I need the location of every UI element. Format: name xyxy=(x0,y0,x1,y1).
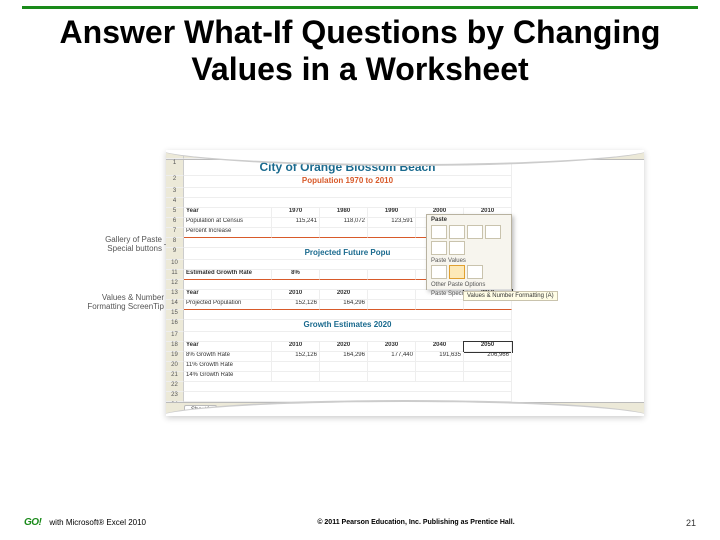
page-number: 21 xyxy=(686,518,696,528)
callout-paste-gallery: Gallery of Paste Special buttons xyxy=(84,236,162,254)
footer-product: with Microsoft® Excel 2010 xyxy=(49,518,146,527)
paste-other-label: Other Paste Options xyxy=(427,281,511,289)
paste-options-gallery[interactable]: Paste Paste Values Other Paste Options P… xyxy=(426,214,512,290)
go-logo: GO! xyxy=(24,517,41,528)
paste-option-icon[interactable] xyxy=(449,241,465,255)
paste-option-icon[interactable] xyxy=(449,225,465,239)
paste-option-icon[interactable] xyxy=(485,225,501,239)
paste-option-icon[interactable] xyxy=(431,241,447,255)
paste-values-icon[interactable] xyxy=(467,265,483,279)
paste-values-icon[interactable] xyxy=(431,265,447,279)
row-year-historical: 5 Year 1970 1980 1990 2000 2010 xyxy=(166,208,644,218)
row-14pct: 21 14% Growth Rate xyxy=(166,372,644,382)
footer-copyright: © 2011 Pearson Education, Inc. Publishin… xyxy=(146,519,686,526)
callout-screentip: Values & Number Formatting ScreenTip xyxy=(68,294,164,312)
slide-footer: GO! with Microsoft® Excel 2010 © 2011 Pe… xyxy=(0,517,720,528)
workbook-subtitle: Population 1970 to 2010 xyxy=(184,176,512,188)
paste-values-label: Paste Values xyxy=(427,257,511,265)
paste-header: Paste xyxy=(427,215,511,225)
row-growth-rate: 11 Estimated Growth Rate 8% xyxy=(166,270,644,280)
row-11pct: 20 11% Growth Rate xyxy=(166,362,644,372)
section-growth: Growth Estimates 2020 xyxy=(184,320,512,332)
paste-option-icon[interactable] xyxy=(431,225,447,239)
row-8pct: 19 8% Growth Rate 152,126 164,296 177,44… xyxy=(166,352,644,362)
row-percent-increase: 7 Percent Increase 14% xyxy=(166,228,644,238)
excel-screenshot: A B C D E F 1 City of Orange Blossom Bea… xyxy=(166,150,644,416)
slide-title: Answer What-If Questions by Changing Val… xyxy=(0,0,720,90)
row-year-projected: 13 Year 2010 2020 2050 xyxy=(166,290,644,300)
row-year-estimates: 18 Year 2010 2020 2030 2040 2050 xyxy=(166,342,644,352)
paste-values-number-formatting-icon[interactable] xyxy=(449,265,465,279)
paste-option-icon[interactable] xyxy=(467,225,483,239)
row-population: 6 Population at Census 115,241 118,072 1… xyxy=(166,218,644,228)
row-projected-population: 14 Projected Population 152,126 164,296 xyxy=(166,300,644,310)
paste-screentip: Values & Number Formatting (A) xyxy=(463,291,558,301)
